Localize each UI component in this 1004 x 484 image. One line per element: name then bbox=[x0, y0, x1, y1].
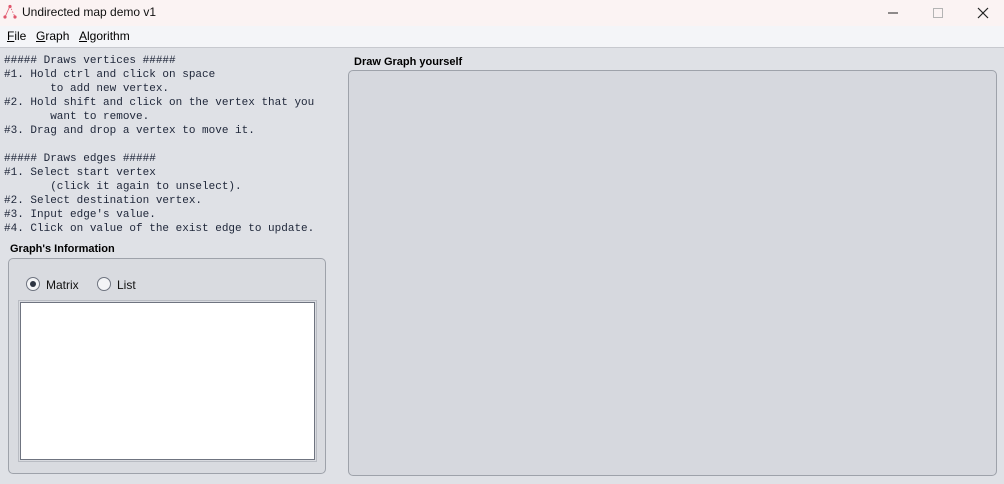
radio-selected-dot bbox=[30, 281, 36, 287]
maximize-icon bbox=[933, 8, 943, 18]
menu-algorithm[interactable]: Algorithm bbox=[79, 29, 130, 43]
list-radio[interactable] bbox=[97, 277, 111, 291]
window-title: Undirected map demo v1 bbox=[22, 5, 157, 19]
instructions-text: ##### Draws vertices ##### #1. Hold ctrl… bbox=[4, 55, 315, 235]
minimize-icon bbox=[888, 12, 898, 14]
list-label[interactable]: List bbox=[117, 278, 136, 292]
maximize-button[interactable] bbox=[915, 0, 961, 26]
matrix-radio[interactable] bbox=[26, 277, 40, 291]
menu-file[interactable]: File bbox=[7, 29, 26, 43]
minimize-button[interactable] bbox=[870, 0, 916, 26]
menu-graph[interactable]: Graph bbox=[36, 29, 69, 43]
title-bar: Undirected map demo v1 bbox=[0, 0, 1004, 26]
draw-area-title: Draw Graph yourself bbox=[354, 56, 463, 68]
close-button[interactable] bbox=[960, 0, 1004, 26]
graph-info-output[interactable] bbox=[18, 300, 317, 462]
graph-info-panel: Matrix List bbox=[8, 258, 326, 474]
graph-info-title: Graph's Information bbox=[10, 243, 115, 255]
draw-graph-canvas[interactable] bbox=[348, 70, 997, 476]
close-icon bbox=[977, 7, 989, 19]
menu-bar: File Graph Algorithm bbox=[0, 26, 1004, 48]
matrix-label[interactable]: Matrix bbox=[46, 278, 79, 292]
graph-app-icon bbox=[3, 4, 17, 19]
